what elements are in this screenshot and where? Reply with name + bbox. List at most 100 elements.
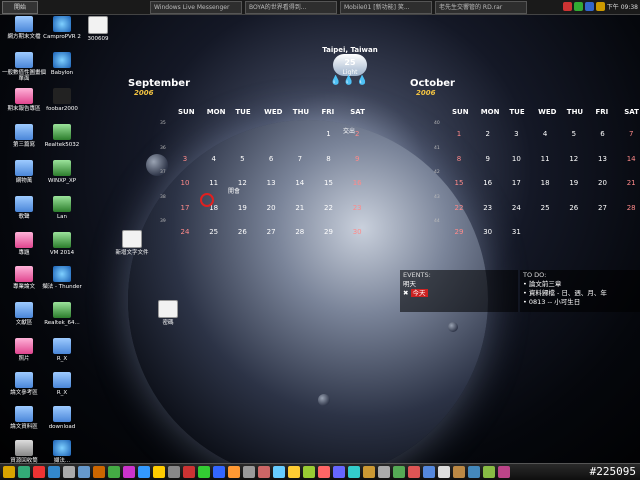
calendar-day[interactable]: 30 xyxy=(479,228,497,236)
calendar-day[interactable]: 16 xyxy=(348,179,366,187)
calendar-day[interactable]: 20 xyxy=(262,204,280,212)
calendar-day[interactable]: 4 xyxy=(536,130,554,138)
calendar-day[interactable]: 25 xyxy=(205,228,223,236)
quick-launch-icon[interactable] xyxy=(318,466,330,478)
todo-item[interactable]: • 論文前三章 xyxy=(523,280,637,289)
taskbar-tab[interactable]: BOYA的世界看得到... xyxy=(245,0,337,14)
tray-icon[interactable] xyxy=(584,2,594,11)
calendar-day[interactable]: 3 xyxy=(507,130,525,138)
quick-launch-icon[interactable] xyxy=(168,466,180,478)
quick-launch-icon[interactable] xyxy=(183,466,195,478)
quick-launch-icon[interactable] xyxy=(423,466,435,478)
calendar-day[interactable]: 30 xyxy=(348,228,366,236)
calendar-day[interactable]: 10 xyxy=(507,155,525,163)
calendar-day[interactable]: 9 xyxy=(348,155,366,163)
desktop-icon[interactable]: R_X xyxy=(40,338,84,362)
quick-launch-icon[interactable] xyxy=(303,466,315,478)
desktop-icon[interactable]: Babylon xyxy=(40,52,84,76)
todo-item[interactable]: • 0813 -- 小可生日 xyxy=(523,298,637,307)
calendar-day[interactable]: 12 xyxy=(565,155,583,163)
taskbar-tab[interactable]: Windows Live Messenger xyxy=(150,0,242,14)
calendar-event[interactable]: 開會 xyxy=(220,186,248,195)
tray-icon[interactable] xyxy=(573,2,583,11)
calendar-day[interactable]: 9 xyxy=(479,155,497,163)
calendar-day[interactable]: 5 xyxy=(233,155,251,163)
weather-widget[interactable]: Taipei, Taiwan 25 Light 💧💧💧 xyxy=(310,46,390,86)
desktop-icon[interactable]: 300609 xyxy=(76,16,120,42)
calendar-day[interactable]: 15 xyxy=(320,179,338,187)
calendar-day[interactable]: 1 xyxy=(450,130,468,138)
calendar-day[interactable]: 31 xyxy=(507,228,525,236)
calendar-day[interactable]: 11 xyxy=(536,155,554,163)
quick-launch-icon[interactable] xyxy=(258,466,270,478)
desktop-icon[interactable]: 擷法 - Thunder xyxy=(40,266,84,290)
quick-launch-icon[interactable] xyxy=(348,466,360,478)
quick-launch-icon[interactable] xyxy=(243,466,255,478)
calendar-day[interactable]: 21 xyxy=(291,204,309,212)
quick-launch-icon[interactable] xyxy=(288,466,300,478)
calendar-day[interactable]: 17 xyxy=(507,179,525,187)
quick-launch-icon[interactable] xyxy=(78,466,90,478)
calendar-day[interactable]: 22 xyxy=(450,204,468,212)
desktop-icon[interactable]: Realtek5032 xyxy=(40,124,84,148)
calendar-day[interactable]: 2 xyxy=(479,130,497,138)
quick-launch-icon[interactable] xyxy=(3,466,15,478)
quick-launch-icon[interactable] xyxy=(453,466,465,478)
event-item[interactable]: ✖ 今天 xyxy=(403,289,515,298)
calendar-day[interactable]: 8 xyxy=(450,155,468,163)
calendar-day[interactable]: 6 xyxy=(594,130,612,138)
desktop-icon[interactable]: Lan xyxy=(40,196,84,220)
quick-launch-icon[interactable] xyxy=(18,466,30,478)
calendar-day[interactable]: 24 xyxy=(176,228,194,236)
calendar-day[interactable]: 17 xyxy=(176,204,194,212)
calendar-day[interactable]: 6 xyxy=(262,155,280,163)
quick-launch-icon[interactable] xyxy=(138,466,150,478)
calendar-day[interactable]: 26 xyxy=(233,228,251,236)
calendar-day[interactable]: 27 xyxy=(262,228,280,236)
desktop-icon[interactable]: 密碼 xyxy=(146,300,190,326)
todo-item[interactable]: • 資料歸檔 - 日、週、月、年 xyxy=(523,289,637,298)
quick-launch-icon[interactable] xyxy=(213,466,225,478)
tray-icon[interactable] xyxy=(595,2,605,11)
desktop-icon[interactable]: 擷法... xyxy=(40,440,84,464)
quick-launch-icon[interactable] xyxy=(153,466,165,478)
quick-launch-icon[interactable] xyxy=(123,466,135,478)
calendar-day[interactable]: 16 xyxy=(479,179,497,187)
calendar-day[interactable]: 4 xyxy=(205,155,223,163)
calendar-day[interactable]: 14 xyxy=(622,155,640,163)
calendar-day[interactable]: 25 xyxy=(536,204,554,212)
calendar-day[interactable]: 7 xyxy=(622,130,640,138)
clock[interactable]: 下午 09:38 xyxy=(607,2,638,11)
quick-launch-icon[interactable] xyxy=(108,466,120,478)
desktop-icon[interactable]: R_X xyxy=(40,372,84,396)
calendar-day[interactable]: 29 xyxy=(450,228,468,236)
quick-launch-icon[interactable] xyxy=(378,466,390,478)
quick-launch-icon[interactable] xyxy=(333,466,345,478)
quick-launch-icon[interactable] xyxy=(468,466,480,478)
calendar-day[interactable]: 13 xyxy=(594,155,612,163)
quick-launch-icon[interactable] xyxy=(363,466,375,478)
calendar-day[interactable]: 14 xyxy=(291,179,309,187)
calendar-day[interactable]: 24 xyxy=(507,204,525,212)
taskbar-tab[interactable]: 老先生交響管的 RD.rar xyxy=(435,0,527,14)
tray-icon[interactable] xyxy=(562,2,572,11)
calendar-day[interactable]: 27 xyxy=(594,204,612,212)
quick-launch-icon[interactable] xyxy=(408,466,420,478)
desktop-icon[interactable]: download xyxy=(40,406,84,430)
quick-launch-icon[interactable] xyxy=(198,466,210,478)
quick-launch-icon[interactable] xyxy=(228,466,240,478)
event-item[interactable]: 明天 xyxy=(403,280,515,289)
desktop-icon[interactable]: 新增文字文件 xyxy=(110,230,154,256)
calendar-day[interactable]: 23 xyxy=(348,204,366,212)
quick-launch-icon[interactable] xyxy=(63,466,75,478)
calendar-day[interactable]: 15 xyxy=(450,179,468,187)
quick-launch-icon[interactable] xyxy=(393,466,405,478)
start-button[interactable]: 開始 xyxy=(2,0,38,14)
calendar-day[interactable]: 3 xyxy=(176,155,194,163)
calendar-day[interactable]: 23 xyxy=(479,204,497,212)
calendar-day[interactable]: 19 xyxy=(565,179,583,187)
calendar-day[interactable]: 22 xyxy=(320,204,338,212)
quick-launch-icon[interactable] xyxy=(498,466,510,478)
taskbar-tab[interactable]: Mobile01 [新功能] 笑... xyxy=(340,0,432,14)
calendar-day[interactable]: 10 xyxy=(176,179,194,187)
